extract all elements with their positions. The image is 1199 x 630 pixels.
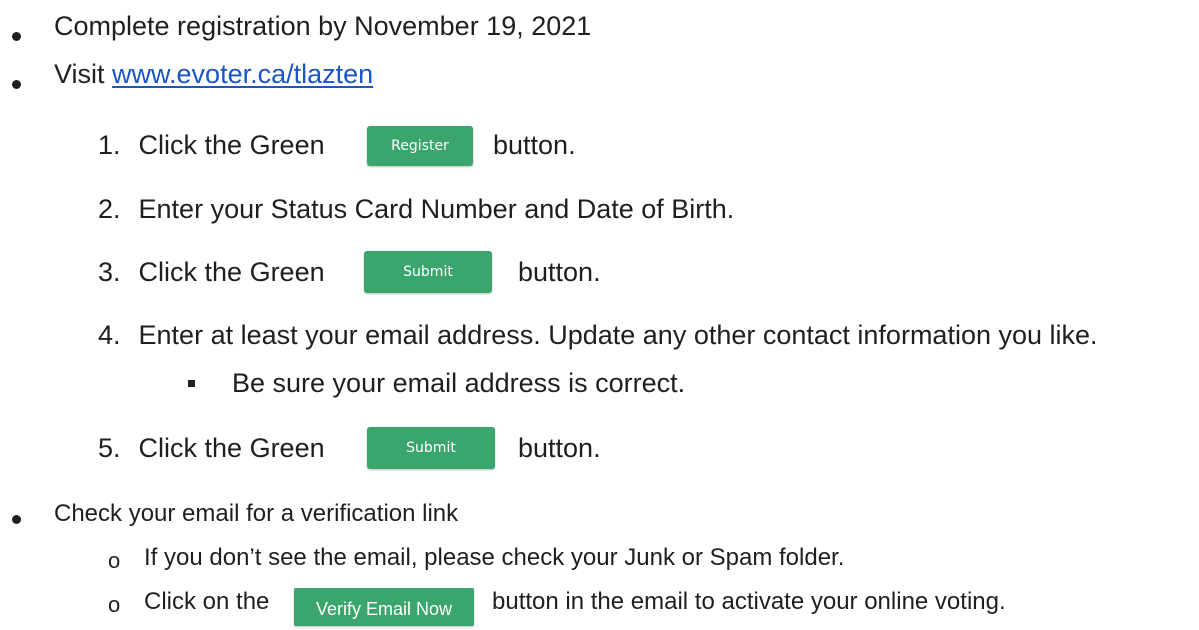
registration-text: Complete registration by November 19, 20…: [54, 11, 592, 41]
step-text: Click the Green: [138, 257, 325, 287]
verify-after-text: button in the email to activate your onl…: [492, 588, 1006, 615]
evoter-link[interactable]: www.evoter.ca/tlazten: [112, 57, 373, 91]
spam-note-text: If you don’t see the email, please check…: [144, 544, 845, 571]
step-text: Enter at least your email address. Updat…: [138, 320, 1098, 350]
register-button[interactable]: Register: [367, 126, 473, 166]
verify-before-text: Click on the: [144, 588, 270, 615]
registration-deadline: Complete registration by November 19, 20…: [54, 9, 591, 43]
bullet-dot: [12, 515, 21, 524]
step-number: 4.: [98, 320, 121, 350]
step-3-after: button.: [518, 255, 601, 289]
step-1-after: button.: [493, 128, 576, 162]
visit-line: Visit www.evoter.ca/tlazten: [54, 57, 373, 91]
sub-bullet-text: Be sure your email address is correct.: [232, 368, 686, 398]
verify-email-button[interactable]: Verify Email Now: [294, 588, 474, 626]
sub-bullet: Be sure your email address is correct.: [232, 366, 685, 400]
step-text-after: button.: [518, 433, 601, 463]
step-1: 1. Click the Green: [98, 128, 325, 162]
circle-bullet: o: [108, 548, 121, 573]
square-bullet: [188, 380, 195, 387]
step-2: 2. Enter your Status Card Number and Dat…: [98, 192, 734, 226]
step-text-after: button.: [518, 257, 601, 287]
step-number: 1.: [98, 130, 121, 160]
submit-button[interactable]: Submit: [367, 427, 495, 469]
step-number: 2.: [98, 194, 121, 224]
verify-note: Click on the: [144, 587, 269, 617]
bullet-dot: [12, 80, 21, 89]
step-number: 3.: [98, 257, 121, 287]
visit-label: Visit: [54, 59, 113, 89]
step-text: Click the Green: [138, 130, 325, 160]
submit-button[interactable]: Submit: [364, 251, 492, 293]
bullet-dot: [12, 32, 21, 41]
step-text: Enter your Status Card Number and Date o…: [138, 194, 735, 224]
step-3: 3. Click the Green: [98, 255, 325, 289]
step-5: 5. Click the Green: [98, 431, 325, 465]
check-email: Check your email for a verification link: [54, 499, 458, 529]
step-number: 5.: [98, 433, 121, 463]
verify-after: button in the email to activate your onl…: [492, 587, 1006, 617]
circle-bullet: o: [108, 592, 121, 617]
step-5-after: button.: [518, 431, 601, 465]
spam-note: If you don’t see the email, please check…: [144, 543, 844, 573]
step-text-after: button.: [493, 130, 576, 160]
step-text: Click the Green: [138, 433, 325, 463]
check-email-text: Check your email for a verification link: [54, 500, 459, 527]
step-4: 4. Enter at least your email address. Up…: [98, 318, 1098, 352]
